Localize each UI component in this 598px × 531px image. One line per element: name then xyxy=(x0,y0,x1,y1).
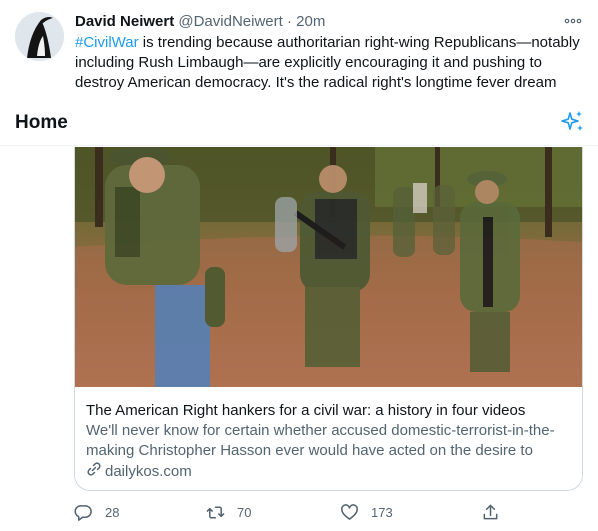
tweet-text: #CivilWar is trending because authoritar… xyxy=(75,33,585,93)
like-count: 173 xyxy=(371,504,393,520)
card-image[interactable] xyxy=(75,147,582,387)
tweet-body: is trending because authoritarian right-… xyxy=(75,34,580,91)
share-button[interactable] xyxy=(481,500,500,524)
reply-count: 28 xyxy=(105,504,120,520)
tweet-header: David Neiwert @DavidNeiwert · 20m xyxy=(75,12,555,32)
avatar[interactable] xyxy=(15,12,64,61)
heart-icon xyxy=(341,503,358,520)
reply-button[interactable]: 28 xyxy=(74,500,119,524)
author-handle[interactable]: @DavidNeiwert xyxy=(178,13,282,30)
card-domain: dailykos.com xyxy=(105,463,192,480)
card-link[interactable]: dailykos.com xyxy=(86,461,192,483)
action-bar: 28 70 173 xyxy=(74,500,504,524)
author-name[interactable]: David Neiwert xyxy=(75,13,174,30)
retweet-count: 70 xyxy=(237,504,252,520)
like-button[interactable]: 173 xyxy=(340,500,393,524)
page-title: Home xyxy=(15,112,68,133)
link-card[interactable]: The American Right hankers for a civil w… xyxy=(74,147,583,491)
reply-icon xyxy=(74,504,92,521)
sparkle-icon[interactable] xyxy=(560,109,586,135)
more-icon[interactable] xyxy=(562,12,584,30)
home-header: Home xyxy=(0,103,598,146)
tweet-time[interactable]: 20m xyxy=(296,13,325,30)
separator-dot: · xyxy=(286,13,292,30)
hashtag-link[interactable]: #CivilWar xyxy=(75,34,139,51)
card-title[interactable]: The American Right hankers for a civil w… xyxy=(86,401,576,421)
card-description: We'll never know for certain whether acc… xyxy=(86,422,555,459)
link-icon xyxy=(86,461,102,483)
share-icon xyxy=(483,504,498,519)
retweet-icon xyxy=(206,506,225,518)
retweet-button[interactable]: 70 xyxy=(206,500,251,524)
